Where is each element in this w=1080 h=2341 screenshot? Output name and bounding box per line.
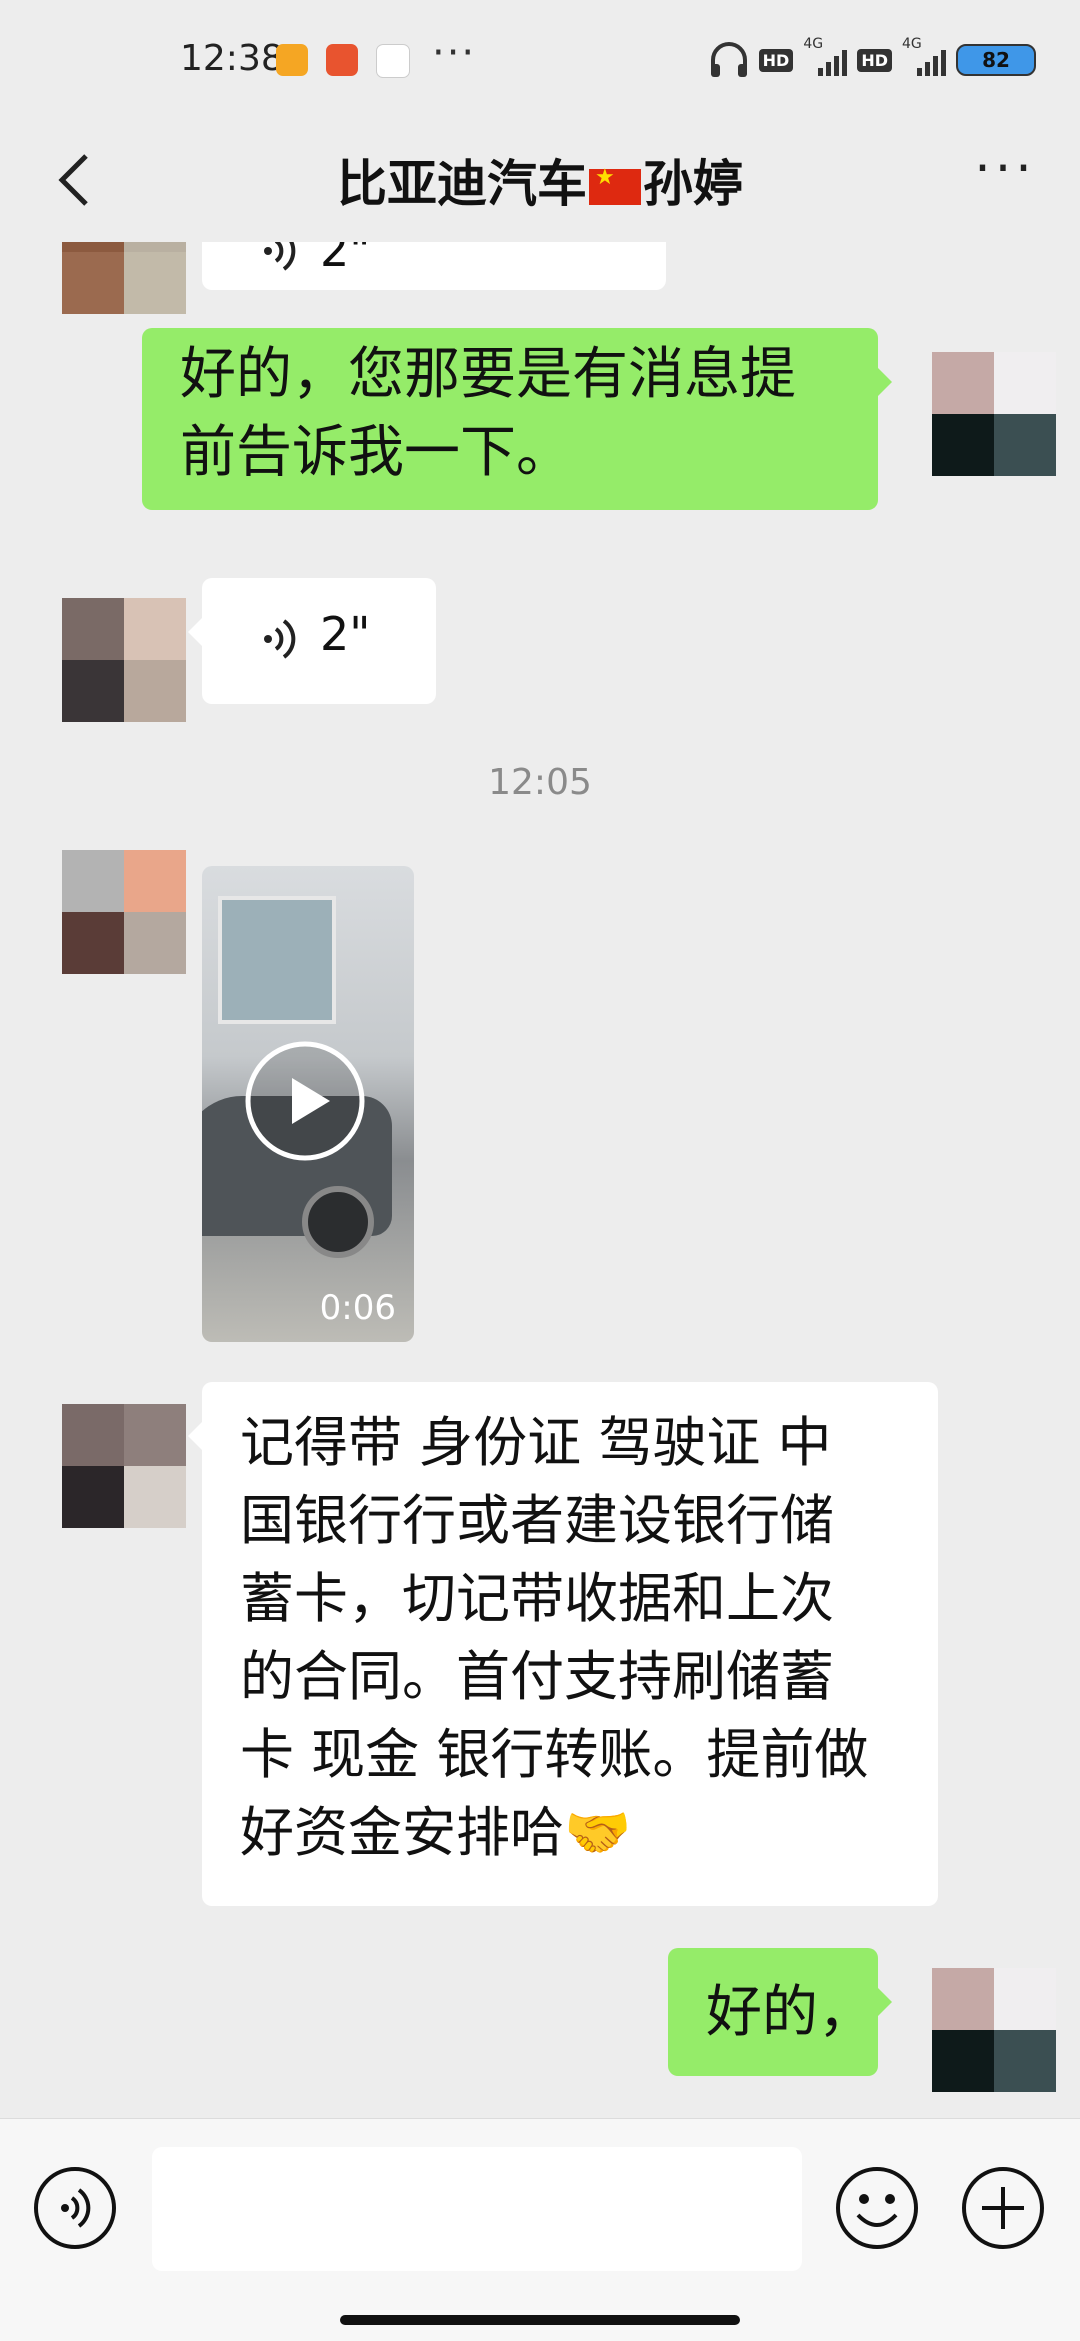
- video-duration: 0:06: [319, 1288, 396, 1328]
- message-line: 好资金安排哈🤝: [240, 1801, 632, 1864]
- input-bar: [0, 2118, 1080, 2341]
- outgoing-text-message[interactable]: 好的，: [668, 1948, 892, 2076]
- voice-duration: 2": [320, 607, 371, 661]
- my-avatar[interactable]: [932, 1968, 1056, 2092]
- sina-app-icon: [376, 44, 410, 78]
- video-message[interactable]: 0:06: [202, 866, 414, 1342]
- video-thumbnail-wheel: [302, 1186, 374, 1258]
- contact-avatar[interactable]: [62, 598, 186, 722]
- contact-avatar[interactable]: [62, 242, 186, 314]
- message-input[interactable]: [152, 2147, 802, 2271]
- status-time: 12:38: [180, 38, 284, 79]
- home-indicator[interactable]: [340, 2315, 740, 2325]
- hd-badge: HD: [758, 48, 794, 72]
- outgoing-text-message[interactable]: 好的，您那要是有消息提 前告诉我一下。: [142, 328, 892, 510]
- message-line: 的合同。首付支持刷储蓄: [240, 1645, 834, 1708]
- battery-icon: 82: [956, 44, 1036, 76]
- voice-wave-icon: [264, 242, 296, 271]
- headphones-icon: [710, 42, 747, 77]
- contact-avatar[interactable]: [62, 850, 186, 974]
- voice-message-bubble[interactable]: 2": [202, 242, 666, 290]
- message-line: 好的，: [706, 1980, 874, 2045]
- signal-icon: 4G: [803, 36, 848, 78]
- chat-messages[interactable]: 2" 好的，您那要是有消息提 前告诉我一下。 2" 12:05 0:06 记得带…: [0, 242, 1080, 2118]
- voice-input-icon[interactable]: [32, 2165, 118, 2251]
- voice-duration: 2": [320, 242, 371, 277]
- status-more-indicator: ···: [432, 30, 477, 76]
- video-thumbnail-window: [218, 896, 336, 1024]
- chat-title-name: 比亚迪汽车: [337, 155, 587, 213]
- message-line: 记得带 身份证 驾驶证 中: [240, 1411, 832, 1474]
- voice-message-bubble[interactable]: 2": [188, 578, 436, 704]
- more-options-button[interactable]: ···: [960, 143, 1050, 214]
- china-flag-icon: [589, 165, 641, 205]
- play-icon[interactable]: [244, 1040, 366, 1162]
- incoming-text-message[interactable]: 记得带 身份证 驾驶证 中 国银行行或者建设银行储 蓄卡，切记带收据和上次 的合…: [188, 1382, 938, 1906]
- message-line: 前告诉我一下。: [180, 420, 572, 485]
- chat-header: 比亚迪汽车孙婷 ···: [0, 120, 1080, 242]
- my-avatar[interactable]: [932, 352, 1056, 476]
- chat-title: 比亚迪汽车孙婷: [0, 144, 1080, 216]
- plus-icon[interactable]: [960, 2165, 1046, 2251]
- weibo-app-icon: [326, 44, 358, 76]
- chat-timestamp: 12:05: [488, 762, 592, 803]
- contact-avatar[interactable]: [62, 1404, 186, 1528]
- emoji-icon[interactable]: [834, 2165, 920, 2251]
- message-line: 卡 现金 银行转账。提前做: [240, 1723, 869, 1786]
- signal-icon: 4G: [902, 36, 946, 78]
- chat-title-contact: 孙婷: [643, 155, 743, 213]
- hd-badge: HD: [857, 48, 892, 72]
- message-line: 蓄卡，切记带收据和上次: [240, 1567, 834, 1630]
- message-line: 好的，您那要是有消息提: [180, 342, 796, 407]
- status-bar: 12:38 ··· HD 4G HD 4G 82: [0, 0, 1080, 120]
- status-right-cluster: HD 4G HD 4G 82: [709, 36, 1036, 80]
- voice-wave-icon: [264, 619, 296, 659]
- home-app-icon: [276, 44, 308, 76]
- message-line: 国银行行或者建设银行储: [240, 1489, 834, 1552]
